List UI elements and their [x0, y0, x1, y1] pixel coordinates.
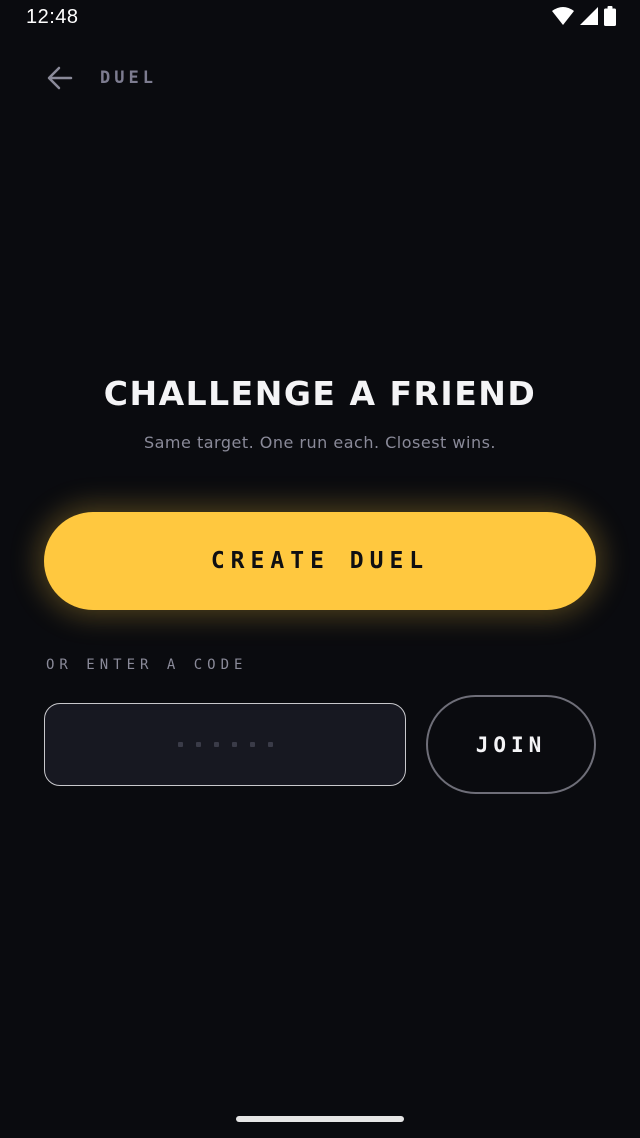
code-section-label: OR ENTER A CODE	[46, 657, 248, 673]
code-placeholder-dot	[231, 742, 237, 747]
subline: Same target. One run each. Closest wins.	[143, 433, 497, 452]
cellular-signal-icon	[580, 7, 598, 29]
create-duel-button[interactable]: CREATE DUEL	[44, 512, 596, 610]
page-title: DUEL	[100, 68, 157, 88]
code-placeholder-dot	[195, 742, 201, 747]
wifi-icon	[552, 7, 574, 29]
code-placeholder-dot	[213, 742, 219, 747]
header: DUEL	[0, 56, 640, 104]
arrow-left-icon	[47, 66, 73, 94]
create-duel-label: CREATE DUEL	[210, 548, 430, 574]
code-placeholder-dot	[177, 742, 183, 747]
code-placeholder-dot	[249, 742, 255, 747]
join-label: JOIN	[475, 732, 547, 757]
home-indicator[interactable]	[236, 1116, 404, 1122]
status-icons	[552, 6, 616, 30]
status-bar: 12:48	[0, 0, 640, 36]
status-time: 12:48	[26, 6, 79, 28]
back-button[interactable]	[40, 60, 80, 100]
code-input[interactable]	[44, 703, 406, 786]
battery-icon	[604, 6, 616, 30]
join-button[interactable]: JOIN	[426, 695, 596, 794]
headline: CHALLENGE A FRIEND	[103, 374, 537, 413]
code-placeholder-dot	[267, 742, 273, 747]
